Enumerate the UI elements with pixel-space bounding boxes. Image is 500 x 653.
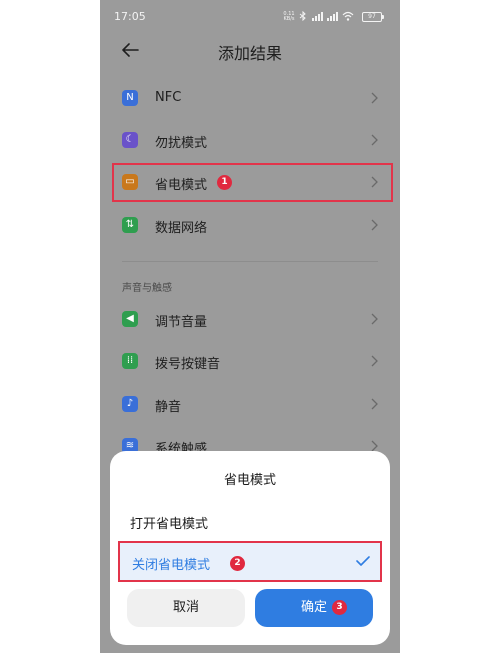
page-title: 添加结果 <box>217 44 282 63</box>
mute-icon: ♪ <box>122 396 138 412</box>
moon-icon: ☾ <box>122 132 138 148</box>
list-item-nfc[interactable]: N NFC <box>100 80 400 120</box>
list-item-label: 拨号按键音 <box>155 357 221 372</box>
list-item-data-network[interactable]: ⇅ 数据网络 <box>100 207 400 247</box>
list-item-label: 调节音量 <box>155 315 208 330</box>
bluetooth-icon <box>299 11 306 21</box>
list-item-do-not-disturb[interactable]: ☾ 勿扰模式 <box>100 122 400 162</box>
dialpad-icon: ⁞⁞ <box>122 353 138 369</box>
confirm-button[interactable]: 确定 <box>255 589 373 627</box>
section-header: 声音与触感 <box>122 283 172 294</box>
list-item-label: NFC <box>155 90 182 105</box>
section-divider <box>122 261 378 262</box>
list-item-label: 勿扰模式 <box>155 136 208 151</box>
list-item-label: 静音 <box>155 400 182 415</box>
list-item-label: 数据网络 <box>155 221 208 236</box>
list-item-mute[interactable]: ♪ 静音 <box>100 386 400 426</box>
highlight-box-power-saving <box>112 163 393 202</box>
step-badge-3: 3 <box>332 600 347 615</box>
signal-icon-sim2 <box>327 11 338 21</box>
chevron-right-icon <box>371 134 378 146</box>
chevron-right-icon <box>371 398 378 410</box>
volume-icon: ◀ <box>122 311 138 327</box>
data-network-icon: ⇅ <box>122 217 138 233</box>
network-speed: 0.11 KB/s <box>283 11 295 22</box>
wifi-icon <box>342 11 354 21</box>
list-item-volume[interactable]: ◀ 调节音量 <box>100 301 400 341</box>
status-bar: 17:05 0.11 KB/s 97 <box>100 0 400 34</box>
signal-icon-sim1 <box>312 11 323 21</box>
list-item-dial-tone[interactable]: ⁞⁞ 拨号按键音 <box>100 343 400 383</box>
chevron-right-icon <box>371 355 378 367</box>
chevron-right-icon <box>371 92 378 104</box>
chevron-right-icon <box>371 313 378 325</box>
status-icons <box>298 9 354 23</box>
nfc-icon: N <box>122 90 138 106</box>
confirm-button-label: 确定 <box>300 600 327 615</box>
chevron-right-icon <box>371 219 378 231</box>
status-time: 17:05 <box>114 10 146 23</box>
cancel-button[interactable]: 取消 <box>127 589 245 627</box>
battery-icon: 97 <box>362 12 384 22</box>
power-saving-dialog: 省电模式 打开省电模式 关闭省电模式 2 取消 确定 3 <box>110 451 390 645</box>
dialog-title: 省电模式 <box>223 473 276 488</box>
phone-screen: 17:05 0.11 KB/s 97 添加结果 N NFC ☾ 勿扰模式 ▭ 省… <box>100 0 400 653</box>
highlight-box-turn-off <box>118 541 382 582</box>
option-turn-on-power-saving[interactable]: 打开省电模式 <box>130 513 208 532</box>
